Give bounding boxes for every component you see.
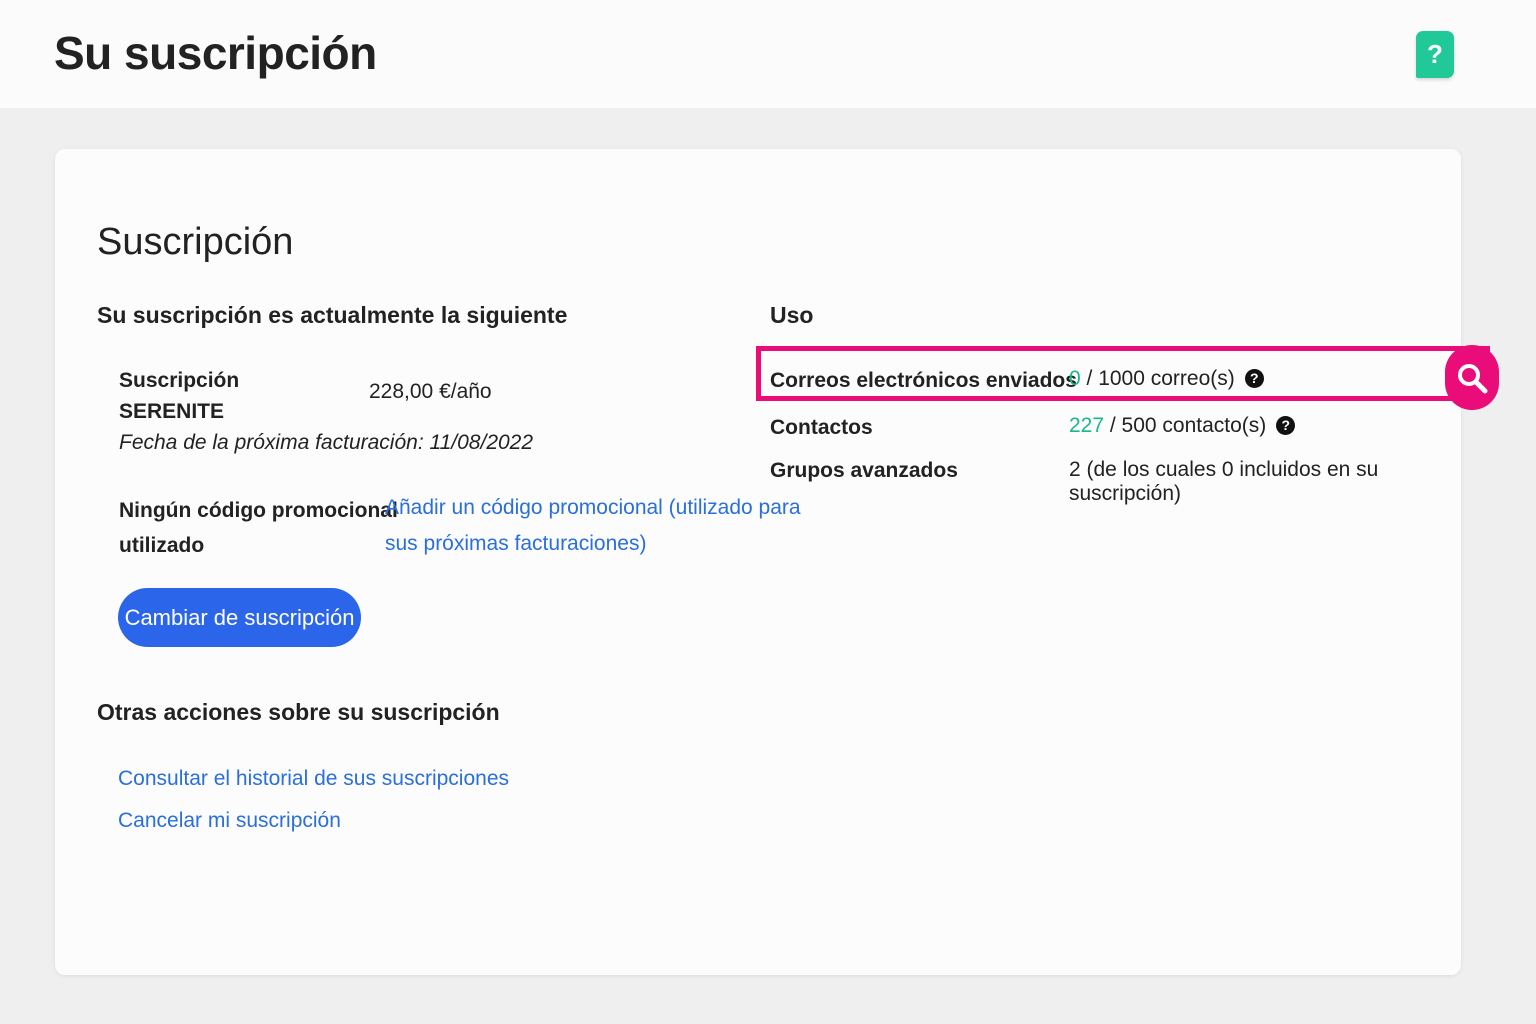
card-title: Suscripción [97,221,294,263]
add-promo-link-line2[interactable]: sus próximas facturaciones) [385,526,801,562]
plan-label-line1: Suscripción [119,369,240,392]
add-promo-code-link[interactable]: Añadir un código promocional (utilizado … [385,490,801,562]
contacts-limit: / 500 contacto(s) [1104,414,1267,437]
next-billing-date: Fecha de la próxima facturación: 11/08/2… [119,431,534,454]
emails-sent-highlight [756,346,1490,401]
contacts-label: Contactos [770,416,873,439]
contacts-used: 227 [1069,414,1105,437]
subscription-card: Suscripción Su suscripción es actualment… [55,149,1499,975]
promo-label-line2: utilizado [119,534,205,557]
page-title: Su suscripción [54,27,377,79]
advanced-groups-label: Grupos avanzados [770,459,958,482]
current-subscription-heading: Su suscripción es actualmente la siguien… [97,302,568,328]
promo-label-line1: Ningún código promocional [119,499,398,522]
magnifier-glyph [1458,363,1488,393]
top-bar: Su suscripción ? [0,0,1536,108]
magnifier-icon [1445,345,1499,410]
plan-label-line2: SERENITE [119,400,225,423]
question-icon: ? [1427,39,1443,69]
add-promo-link-line1[interactable]: Añadir un código promocional (utilizado … [385,490,801,526]
cancel-subscription-link[interactable]: Cancelar mi suscripción [118,803,341,839]
advanced-groups-value: 2 (de los cuales 0 incluidos en su suscr… [1069,458,1379,505]
subscription-history-link[interactable]: Consultar el historial de sus suscripcio… [118,761,509,797]
help-button[interactable]: ? [1416,31,1454,78]
question-icon[interactable]: ? [1276,416,1296,435]
promo-code-label: Ningún código promocional utilizado [119,493,398,563]
other-actions-heading: Otras acciones sobre su suscripción [97,699,500,725]
usage-heading: Uso [770,302,814,328]
plan-label: Suscripción SERENITE [119,365,239,427]
change-subscription-button[interactable]: Cambiar de suscripción [118,588,361,647]
plan-price: 228,00 €/año [369,380,492,403]
contacts-value: 227 / 500 contacto(s)? [1069,414,1296,438]
